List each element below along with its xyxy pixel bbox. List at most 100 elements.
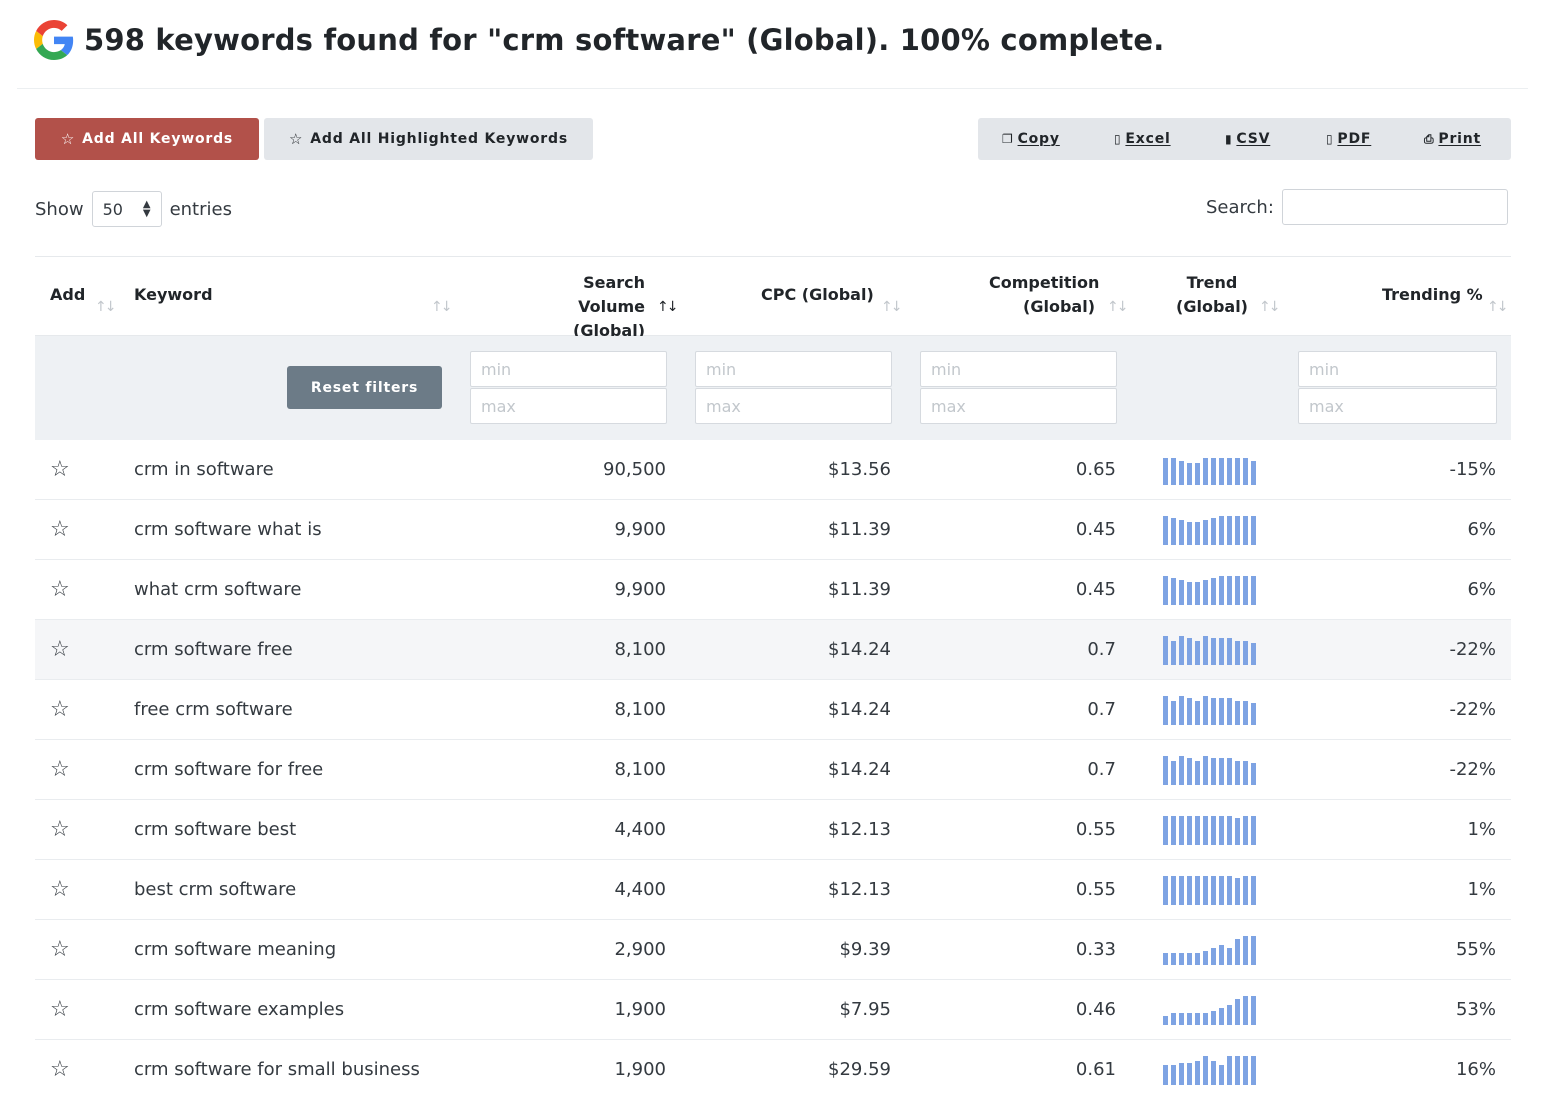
- trend-bar: [1203, 875, 1208, 905]
- sort-icon[interactable]: ↑↓: [1107, 299, 1129, 315]
- add-all-keywords-label: Add All Keywords: [82, 131, 234, 147]
- star-icon[interactable]: ☆: [50, 860, 70, 919]
- trend-bar: [1211, 697, 1216, 725]
- print-button[interactable]: ⎙ Print: [1424, 118, 1481, 160]
- keyword-cell: crm software for small business: [134, 1059, 420, 1080]
- add-all-keywords-button[interactable]: ☆ Add All Keywords: [35, 118, 259, 160]
- star-icon[interactable]: ☆: [50, 740, 70, 799]
- excel-button[interactable]: ▯ Excel: [1114, 118, 1171, 160]
- cpc-cell: $14.24: [828, 699, 891, 720]
- page-header: 598 keywords found for "crm software" (G…: [34, 20, 1164, 60]
- trend-bar: [1219, 1064, 1224, 1085]
- trend-bar: [1219, 875, 1224, 905]
- google-logo-icon: [34, 20, 74, 60]
- table-row: ☆ crm software what is 9,900 $11.39 0.45…: [35, 500, 1511, 560]
- trend-bar: [1235, 1055, 1240, 1085]
- trend-bar: [1235, 640, 1240, 665]
- trend-bar: [1235, 575, 1240, 605]
- competition-max-input[interactable]: [920, 388, 1117, 424]
- competition-cell: 0.7: [1087, 699, 1116, 720]
- trend-bar: [1203, 635, 1208, 665]
- trend-bar: [1211, 577, 1216, 605]
- column-header-cpc[interactable]: CPC (Global): [761, 283, 874, 307]
- trend-bar: [1211, 875, 1216, 905]
- table-search: Search:: [1206, 189, 1508, 225]
- trend-bar: [1179, 875, 1184, 905]
- trend-sparkline: [1163, 920, 1271, 979]
- trending-cell: -22%: [1449, 699, 1496, 720]
- column-header-search-volume[interactable]: Search Volume (Global): [517, 271, 645, 343]
- keyword-cell: crm software best: [134, 819, 297, 840]
- trend-bar: [1195, 700, 1200, 725]
- trend-bar: [1235, 998, 1240, 1025]
- trend-bar: [1243, 640, 1248, 665]
- sort-icon[interactable]: ↑↓: [1487, 299, 1509, 315]
- column-header-add[interactable]: Add: [50, 283, 85, 307]
- sort-icon[interactable]: ↑↓: [1259, 299, 1281, 315]
- volume-max-input[interactable]: [470, 388, 667, 424]
- search-input[interactable]: [1281, 189, 1508, 225]
- trend-bar: [1203, 815, 1208, 845]
- star-icon[interactable]: ☆: [50, 680, 70, 739]
- star-icon[interactable]: ☆: [50, 620, 70, 679]
- column-header-trending[interactable]: Trending %: [1382, 283, 1483, 307]
- star-icon[interactable]: ☆: [50, 560, 70, 619]
- trending-cell: -15%: [1449, 459, 1496, 480]
- star-icon[interactable]: ☆: [50, 500, 70, 559]
- trend-sparkline: [1163, 500, 1271, 559]
- sort-icon[interactable]: ↑↓: [431, 299, 453, 315]
- sort-active-icon[interactable]: ↑↓: [657, 299, 679, 315]
- csv-button[interactable]: ▮ CSV: [1225, 118, 1270, 160]
- star-icon[interactable]: ☆: [50, 980, 70, 1039]
- cpc-min-input[interactable]: [695, 351, 892, 387]
- column-header-keyword[interactable]: Keyword: [134, 283, 213, 307]
- show-label: Show: [35, 198, 84, 220]
- trend-bar: [1251, 460, 1256, 485]
- keyword-cell: crm software what is: [134, 519, 322, 540]
- competition-min-input[interactable]: [920, 351, 1117, 387]
- trend-bar: [1163, 815, 1168, 845]
- trend-bar: [1235, 700, 1240, 725]
- trending-min-input[interactable]: [1298, 351, 1497, 387]
- pdf-button[interactable]: ▯ PDF: [1326, 118, 1371, 160]
- star-icon[interactable]: ☆: [50, 800, 70, 859]
- volume-cell: 9,900: [614, 579, 666, 600]
- excel-label: Excel: [1125, 131, 1171, 147]
- trend-bar: [1211, 815, 1216, 845]
- select-arrows-icon: ▲ ▼: [142, 199, 151, 219]
- column-header-trend[interactable]: Trend (Global): [1175, 271, 1249, 319]
- copy-button[interactable]: ❐ Copy: [1002, 118, 1060, 160]
- table-body: ☆ crm in software 90,500 $13.56 0.65 -15…: [35, 440, 1511, 1099]
- volume-min-input[interactable]: [470, 351, 667, 387]
- keyword-cell: free crm software: [134, 699, 293, 720]
- competition-cell: 0.33: [1075, 939, 1116, 960]
- column-header-competition[interactable]: Competition (Global): [989, 271, 1099, 319]
- trend-bar: [1195, 581, 1200, 605]
- trend-bar: [1163, 1015, 1168, 1025]
- keyword-cell: crm software meaning: [134, 939, 337, 960]
- entries-select[interactable]: 50 ▲ ▼: [91, 191, 162, 227]
- star-icon[interactable]: ☆: [50, 920, 70, 979]
- trending-max-input[interactable]: [1298, 388, 1497, 424]
- csv-file-icon: ▮: [1225, 132, 1233, 146]
- trend-bar: [1163, 635, 1168, 665]
- trend-bar: [1235, 515, 1240, 545]
- trend-sparkline: [1163, 560, 1271, 619]
- trend-bar: [1187, 521, 1192, 545]
- trend-bar: [1187, 815, 1192, 845]
- trend-bar: [1243, 995, 1248, 1025]
- add-highlighted-keywords-button[interactable]: ☆ Add All Highlighted Keywords: [264, 118, 593, 160]
- trend-bar: [1187, 1062, 1192, 1085]
- star-icon[interactable]: ☆: [50, 1040, 70, 1099]
- reset-filters-button[interactable]: Reset filters: [287, 366, 442, 409]
- trend-bar: [1195, 462, 1200, 485]
- star-icon[interactable]: ☆: [50, 440, 70, 499]
- cpc-max-input[interactable]: [695, 388, 892, 424]
- trend-bar: [1251, 762, 1256, 785]
- sort-icon[interactable]: ↑↓: [881, 299, 903, 315]
- sort-icon[interactable]: ↑↓: [95, 299, 117, 315]
- trend-bar: [1163, 952, 1168, 965]
- trend-bar: [1227, 457, 1232, 485]
- cpc-cell: $11.39: [828, 579, 891, 600]
- entries-label: entries: [169, 198, 232, 220]
